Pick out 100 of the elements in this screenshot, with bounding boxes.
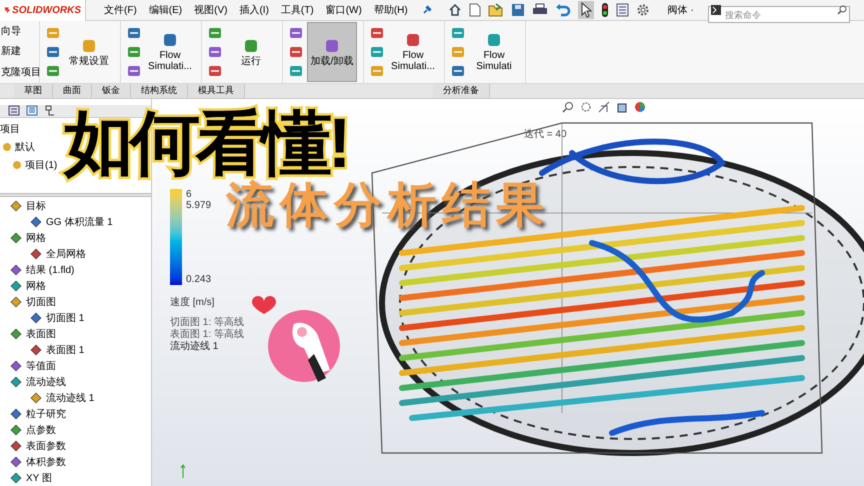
search-field[interactable]: 搜索命令 xyxy=(708,6,850,23)
tree-item[interactable]: 默认 xyxy=(15,140,35,155)
zoom-icon[interactable] xyxy=(562,101,574,113)
tool-icon[interactable] xyxy=(451,64,465,78)
tree-node-icon xyxy=(10,328,22,340)
plot-label: 流动迹线 1 xyxy=(170,341,220,353)
tool-icon[interactable] xyxy=(46,64,60,78)
tree-item[interactable]: 结果 (1.fld) xyxy=(26,262,74,278)
tree-item[interactable]: 项目 xyxy=(0,122,20,137)
ribbon-tab[interactable]: 结构系统 xyxy=(131,84,188,98)
tree-item[interactable]: 表面图 1 xyxy=(46,342,84,358)
tool-icon xyxy=(486,32,502,48)
tree-node-icon xyxy=(30,248,42,260)
tree-item[interactable]: 表面参数 xyxy=(26,438,66,454)
ribbon-tab[interactable]: 曲面 xyxy=(53,84,92,98)
tree-item[interactable]: 目标 xyxy=(26,198,46,214)
tree-item[interactable]: 流动迹线 1 xyxy=(46,390,94,406)
legend-value: 6 xyxy=(186,189,193,200)
tool-icon xyxy=(405,32,421,48)
menu-item[interactable]: 文件(F) xyxy=(104,2,137,18)
open-folder-icon[interactable] xyxy=(488,3,504,17)
tree-node-icon xyxy=(10,472,22,484)
tree-node-icon xyxy=(10,456,22,468)
ribbon-command[interactable]: 克隆项目 xyxy=(1,65,39,80)
tree-node-icon xyxy=(10,424,22,436)
print-icon[interactable] xyxy=(532,3,548,17)
ribbon-button[interactable]: Flow Simulati... xyxy=(388,22,438,82)
legend-title: 速度 [m/s] xyxy=(170,296,214,310)
cube-view-icon[interactable] xyxy=(616,101,628,113)
ribbon-command[interactable]: 新建 xyxy=(1,44,39,60)
tool-icon[interactable] xyxy=(370,45,384,59)
tree-item[interactable]: 流动迹线 xyxy=(26,374,66,390)
tree-item[interactable]: 切面图 xyxy=(26,294,56,310)
ribbon-tab[interactable]: 钣金 xyxy=(92,84,131,98)
ribbon-button[interactable]: 常规设置 xyxy=(64,22,114,82)
pin-icon[interactable] xyxy=(422,5,432,15)
ribbon-button[interactable]: Flow Simulati... xyxy=(145,22,195,82)
new-document-icon[interactable] xyxy=(468,3,481,17)
tool-icon[interactable] xyxy=(127,45,141,59)
ribbon-tab[interactable]: 分析准备 xyxy=(433,84,490,98)
tool-icon[interactable] xyxy=(127,64,141,78)
menu-item[interactable]: 窗口(W) xyxy=(326,2,362,18)
tree-node-icon xyxy=(10,376,22,388)
section-view-icon[interactable] xyxy=(598,101,610,113)
tool-icon[interactable] xyxy=(46,45,60,59)
tree-item[interactable]: 项目(1) xyxy=(25,158,58,173)
color-sphere-icon[interactable] xyxy=(634,101,646,113)
ribbon-tab[interactable]: 草图 xyxy=(14,84,53,98)
tree-node-icon xyxy=(10,232,22,244)
tree-item[interactable]: 切面图 1 xyxy=(46,310,84,326)
list-options-icon[interactable] xyxy=(616,3,629,17)
zoom-area-icon[interactable] xyxy=(580,101,592,113)
tool-icon[interactable] xyxy=(208,26,222,40)
ribbon-command[interactable]: 向导 xyxy=(1,24,39,39)
tree-item[interactable]: 粒子研究 xyxy=(26,406,66,422)
tool-icon[interactable] xyxy=(370,26,384,40)
ribbon-button[interactable]: Flow Simulati xyxy=(469,22,519,82)
tree-node-icon xyxy=(30,392,42,404)
tree-item[interactable]: 点参数 xyxy=(26,422,56,438)
home-icon[interactable] xyxy=(448,3,462,17)
traffic-light-icon[interactable] xyxy=(600,3,609,17)
menu-item[interactable]: 编辑(E) xyxy=(148,2,182,18)
legend-value: 5.979 xyxy=(186,200,212,211)
tree-node-icon xyxy=(10,360,22,372)
axis-triad-icon xyxy=(178,464,188,478)
undo-icon[interactable] xyxy=(554,3,571,17)
tree-item[interactable]: 全局网格 xyxy=(46,246,86,262)
tool-icon[interactable] xyxy=(289,26,303,40)
tree-item[interactable]: 网格 xyxy=(26,278,46,294)
property-list-icon[interactable] xyxy=(26,105,38,116)
menu-item[interactable]: 视图(V) xyxy=(194,2,228,18)
tool-icon[interactable] xyxy=(127,26,141,40)
tree-item[interactable]: 网格 xyxy=(26,230,46,246)
material-dropdown[interactable]: 阀体 · xyxy=(668,2,694,18)
menu-item[interactable]: 插入(I) xyxy=(239,2,269,18)
tool-icon[interactable] xyxy=(289,45,303,59)
tool-icon[interactable] xyxy=(208,45,222,59)
ribbon-button[interactable]: 运行 xyxy=(226,22,276,82)
tool-icon[interactable] xyxy=(451,26,465,40)
tree-item[interactable]: 表面图 xyxy=(26,326,56,342)
tree-node-icon xyxy=(30,344,42,356)
menu-item[interactable]: 工具(T) xyxy=(280,2,314,18)
save-icon[interactable] xyxy=(510,3,525,17)
ribbon-tab[interactable]: 模具工具 xyxy=(188,84,245,98)
ribbon-button[interactable]: 加载/卸载 xyxy=(307,22,357,82)
tree-item[interactable]: GG 体积流量 1 xyxy=(46,214,113,230)
config-icon xyxy=(12,160,22,170)
menu-item[interactable]: 帮助(H) xyxy=(374,2,408,18)
tree-item[interactable]: 等值面 xyxy=(26,358,56,374)
search-icon[interactable] xyxy=(836,4,847,14)
select-cursor-icon[interactable] xyxy=(578,1,594,19)
settings-icon[interactable] xyxy=(636,3,650,17)
feature-tree-icon[interactable] xyxy=(8,105,20,116)
configuration-icon[interactable] xyxy=(44,105,56,116)
tree-node-icon xyxy=(10,296,22,308)
tool-icon[interactable] xyxy=(289,64,303,78)
tree-item[interactable]: 体积参数 xyxy=(26,454,66,470)
tree-item[interactable]: XY 图 xyxy=(26,470,52,486)
command-prompt-icon xyxy=(710,4,721,14)
tool-icon[interactable] xyxy=(208,64,222,78)
